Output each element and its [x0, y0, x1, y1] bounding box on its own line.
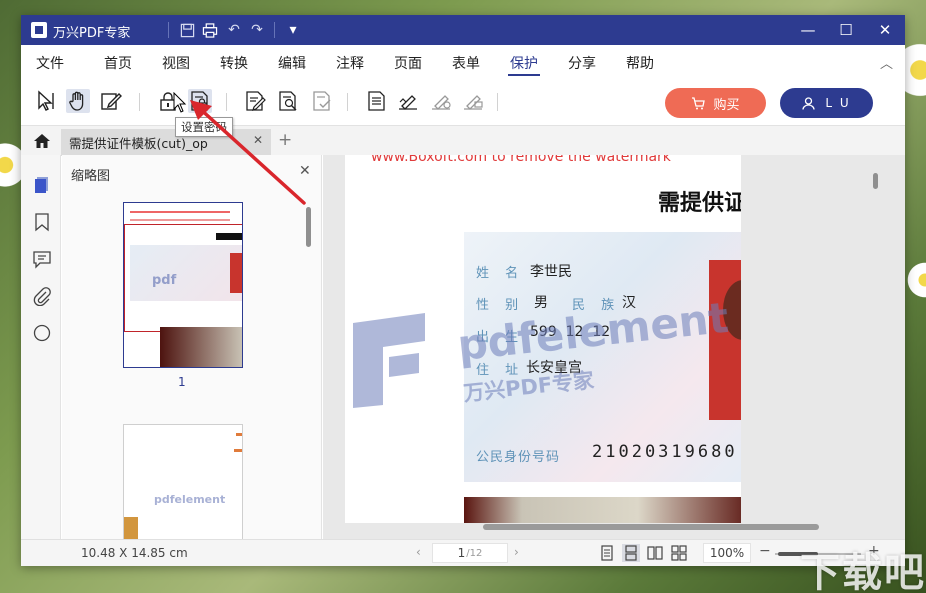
pdf-page: www.Boxoft.com to remove the watermark 需…: [345, 155, 741, 523]
thumb-card-back: [160, 327, 242, 367]
save-icon[interactable]: [177, 20, 197, 40]
id-sex-label: 性 别: [476, 298, 525, 313]
pdfelement-watermark-logo: [353, 313, 425, 408]
status-bar: 10.48 X 14.85 cm ‹ 1 /12 › 100% − +: [21, 539, 905, 566]
user-icon: [802, 96, 815, 110]
undo-icon[interactable]: ↶: [224, 20, 244, 40]
comment-icon[interactable]: [32, 249, 52, 269]
page-thumbnail-2[interactable]: pdfelement: [123, 424, 243, 539]
menu-view[interactable]: 视图: [162, 53, 190, 73]
zoom-value: 100%: [709, 546, 745, 560]
thumb-viewport-frame: [124, 224, 242, 332]
menu-protect[interactable]: 保护: [508, 53, 540, 76]
page-thumbnail-1[interactable]: pdf: [123, 202, 243, 368]
thumbnail-page-number: 1: [178, 375, 186, 389]
minimize-button[interactable]: —: [789, 15, 827, 45]
site-watermark-logo: 下载吧: [800, 550, 926, 593]
thumb-wordmark: pdfelement: [154, 493, 226, 506]
app-window: 万兴PDF专家 ↶ ↷ ▾ — ☐ ✕ 文件 首页 视图 转换 编辑 注释 页面…: [21, 15, 905, 566]
left-rail: [21, 155, 61, 539]
current-page: 1: [457, 546, 466, 560]
clear-signature-icon[interactable]: [461, 89, 485, 113]
thumbnail-panel: 缩略图 ✕ pdf 1 pdfelement: [62, 155, 322, 539]
quick-access-dropdown-icon[interactable]: ▾: [283, 20, 303, 40]
document-tab-bar: 需提供证件模板(cut)_op ✕ +: [21, 125, 905, 156]
single-page-view-icon[interactable]: [598, 544, 616, 562]
divider: [168, 22, 169, 38]
id-name-label: 姓 名: [476, 266, 525, 281]
redo-icon[interactable]: ↷: [247, 20, 267, 40]
document-vertical-scrollbar[interactable]: [873, 173, 878, 189]
menu-convert[interactable]: 转换: [220, 53, 248, 73]
search-icon[interactable]: [32, 323, 52, 343]
zoom-level[interactable]: 100%: [703, 543, 751, 563]
app-logo-icon: [31, 22, 47, 38]
divider: [497, 93, 498, 111]
next-page-icon[interactable]: ›: [514, 545, 519, 559]
panel-title: 缩略图: [71, 169, 111, 184]
edit-tool-icon[interactable]: [99, 89, 123, 113]
menu-file[interactable]: 文件: [36, 53, 64, 73]
hand-tool-icon[interactable]: [66, 89, 90, 113]
divider: [274, 22, 275, 38]
thumb-orange-bar: [234, 449, 242, 452]
grid-view-icon[interactable]: [670, 544, 688, 562]
document-heading: 需提供证: [658, 190, 741, 216]
home-icon[interactable]: [33, 132, 51, 150]
cart-icon: [692, 96, 706, 109]
document-viewport: www.Boxoft.com to remove the watermark 需…: [323, 155, 905, 539]
thumb-photo: [124, 517, 138, 539]
id-number-value: 21020319680: [592, 442, 738, 462]
attachment-icon[interactable]: [32, 286, 52, 307]
account-button[interactable]: L U: [780, 88, 873, 118]
id-sex-value: 男: [534, 295, 548, 311]
title-bar: 万兴PDF专家 ↶ ↷ ▾ — ☐ ✕: [21, 15, 905, 45]
thumb-wordmark: pdf: [152, 273, 177, 288]
toolbar: 购买 L U: [21, 77, 905, 125]
thumb-watermark-lines: [130, 211, 230, 221]
divider: [139, 93, 140, 111]
id-number-label: 公民身份号码: [476, 450, 561, 465]
menu-edit[interactable]: 编辑: [278, 53, 306, 73]
id-card-back-image: [464, 497, 741, 523]
buy-label: 购买: [713, 97, 740, 113]
apply-redaction-icon[interactable]: [310, 89, 334, 113]
annotation-arrow-icon: [190, 100, 306, 205]
menu-share[interactable]: 分享: [568, 53, 596, 73]
digital-sign-icon[interactable]: [396, 89, 420, 113]
panel-scrollbar[interactable]: [306, 207, 311, 247]
watermark-notice: www.Boxoft.com to remove the watermark: [371, 155, 671, 165]
menu-page[interactable]: 页面: [394, 53, 422, 73]
maximize-button[interactable]: ☐: [827, 15, 865, 45]
menu-help[interactable]: 帮助: [626, 53, 654, 73]
bookmark-icon[interactable]: [32, 212, 52, 232]
menu-home[interactable]: 首页: [104, 53, 132, 73]
user-label: L U: [825, 96, 851, 110]
divider: [347, 93, 348, 111]
validate-signature-icon[interactable]: [429, 89, 453, 113]
close-button[interactable]: ✕: [866, 15, 904, 45]
page-number-input[interactable]: 1 /12: [432, 543, 508, 563]
select-tool-icon[interactable]: [34, 89, 58, 113]
thumb-orange-bar: [236, 433, 242, 436]
two-page-view-icon[interactable]: [646, 544, 664, 562]
menu-bar: 文件 首页 视图 转换 编辑 注释 页面 表单 保护 分享 帮助 ︿: [21, 45, 905, 77]
zoom-out-icon[interactable]: −: [759, 543, 771, 559]
menu-form[interactable]: 表单: [452, 53, 480, 73]
buy-button[interactable]: 购买: [665, 88, 766, 118]
id-name-value: 李世民: [530, 264, 572, 280]
thumbnail-panel-icon[interactable]: [32, 175, 52, 195]
page-size: 10.48 X 14.85 cm: [81, 546, 188, 560]
menu-comment[interactable]: 注释: [336, 53, 364, 73]
continuous-view-icon[interactable]: [622, 544, 640, 562]
collapse-ribbon-icon[interactable]: ︿: [880, 53, 893, 72]
document-horizontal-scrollbar[interactable]: [483, 524, 819, 530]
previous-page-icon[interactable]: ‹: [416, 545, 421, 559]
background-flower: [905, 260, 926, 300]
print-icon[interactable]: [200, 20, 220, 40]
app-title: 万兴PDF专家: [53, 26, 131, 41]
total-pages: /12: [466, 547, 483, 559]
document-icon[interactable]: [364, 89, 388, 113]
